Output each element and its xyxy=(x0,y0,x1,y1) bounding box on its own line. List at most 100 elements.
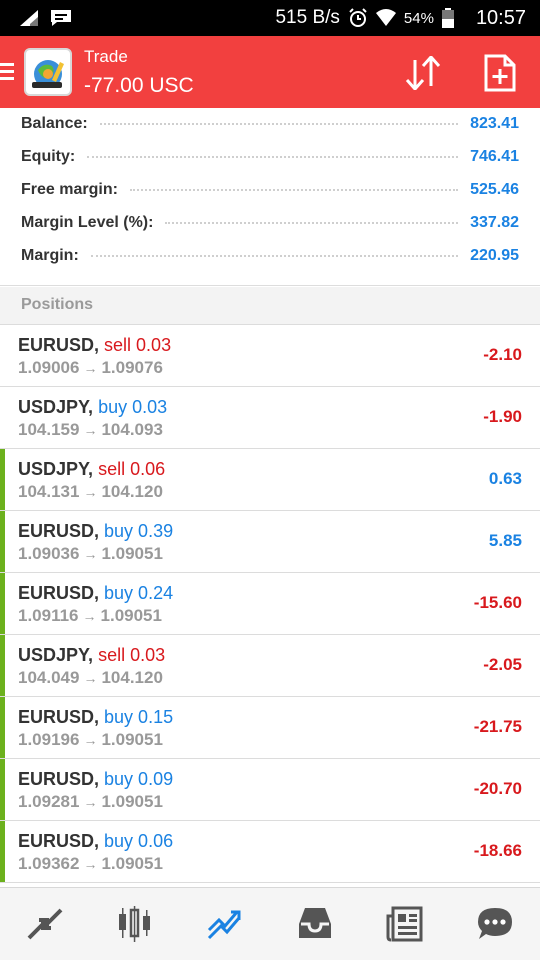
position-row[interactable]: EURUSD, buy 0.24 1.09116 → 1.09051 -15.60 xyxy=(0,573,540,635)
wifi-icon xyxy=(375,9,396,26)
positions-title: Positions xyxy=(21,296,94,313)
free-margin-label: Free margin: xyxy=(21,181,118,198)
nav-chart[interactable] xyxy=(105,894,165,954)
position-title: USDJPY, sell 0.06 xyxy=(18,459,165,480)
app-header: Trade -77.00 USC xyxy=(0,36,540,108)
account-summary: Balance: 823.41 Equity: 746.41 Free marg… xyxy=(0,108,540,286)
arrow-right-icon: → xyxy=(83,484,98,500)
position-row[interactable]: EURUSD, sell 0.03 1.09006 → 1.09076 -2.10 xyxy=(0,325,540,387)
position-title: USDJPY, sell 0.03 xyxy=(18,645,165,666)
position-symbol: EURUSD, xyxy=(18,707,100,727)
margin-level-value: 337.82 xyxy=(470,214,519,231)
nav-trade[interactable] xyxy=(195,894,255,954)
position-symbol: USDJPY, xyxy=(18,645,94,665)
position-prices: 1.09362 → 1.09051 xyxy=(18,854,163,874)
position-prices: 1.09281 → 1.09051 xyxy=(18,792,163,812)
clock: 10:57 xyxy=(475,6,526,29)
nav-history[interactable] xyxy=(285,894,345,954)
margin-row: Margin: 220.95 xyxy=(0,240,540,272)
position-profit: 5.85 xyxy=(488,531,522,550)
position-row[interactable]: EURUSD, buy 0.39 1.09036 → 1.09051 5.85 xyxy=(0,511,540,573)
position-title: EURUSD, buy 0.09 xyxy=(18,769,173,790)
position-volume: buy 0.06 xyxy=(104,831,174,851)
position-prices: 104.049 → 104.120 xyxy=(18,668,163,688)
chart-icon xyxy=(119,906,150,942)
position-symbol: USDJPY, xyxy=(18,397,94,417)
signal-icon xyxy=(20,10,38,26)
balance-row: Balance: 823.41 xyxy=(0,108,540,140)
position-symbol: EURUSD, xyxy=(18,521,100,541)
message-icon xyxy=(51,10,71,26)
open-price: 1.09116 xyxy=(18,606,79,625)
arrow-right-icon: → xyxy=(83,670,98,686)
position-profit: -1.90 xyxy=(483,407,522,426)
position-prices: 104.131 → 104.120 xyxy=(18,482,163,502)
dotted-leader xyxy=(87,156,459,158)
position-volume: buy 0.39 xyxy=(104,521,174,541)
position-title: EURUSD, buy 0.39 xyxy=(18,521,173,542)
margin-value: 220.95 xyxy=(470,247,519,264)
nav-chat[interactable] xyxy=(465,894,525,954)
status-bar: 515 B/s 54% 10:57 xyxy=(0,0,540,36)
sort-icon[interactable] xyxy=(404,56,442,90)
position-volume: sell 0.03 xyxy=(98,645,166,665)
position-prices: 1.09196 → 1.09051 xyxy=(18,730,163,750)
current-price: 1.09051 xyxy=(101,792,163,811)
open-price: 1.09196 xyxy=(18,730,80,749)
position-row[interactable]: USDJPY, sell 0.03 104.049 → 104.120 -2.05 xyxy=(0,635,540,697)
open-price: 1.09006 xyxy=(18,358,80,377)
balance-label: Balance: xyxy=(21,115,88,132)
quotes-icon xyxy=(27,908,63,940)
menu-icon[interactable] xyxy=(0,62,14,82)
current-price: 1.09051 xyxy=(100,606,162,625)
position-volume: buy 0.09 xyxy=(104,769,174,789)
positions-list: EURUSD, sell 0.03 1.09006 → 1.09076 -2.10 … xyxy=(0,325,540,887)
position-profit: -21.75 xyxy=(473,717,522,736)
arrow-right-icon: → xyxy=(83,360,98,376)
position-profit: -2.10 xyxy=(483,345,522,364)
free-margin-value: 525.46 xyxy=(470,181,519,198)
position-profit: -18.66 xyxy=(473,841,522,860)
floating-profit: -77.00 USC xyxy=(84,74,194,97)
current-price: 104.093 xyxy=(101,420,163,439)
nav-quotes[interactable] xyxy=(15,894,75,954)
open-price: 1.09036 xyxy=(18,544,80,563)
arrow-right-icon: → xyxy=(83,794,98,810)
current-price: 104.120 xyxy=(101,482,163,501)
open-price: 104.159 xyxy=(18,420,80,439)
current-price: 104.120 xyxy=(101,668,163,687)
page-title: Trade xyxy=(84,47,128,66)
position-symbol: EURUSD, xyxy=(18,831,100,851)
chat-icon xyxy=(478,908,512,939)
position-volume: buy 0.24 xyxy=(104,583,174,603)
arrow-right-icon: → xyxy=(83,422,98,438)
current-price: 1.09051 xyxy=(101,854,163,873)
equity-row: Equity: 746.41 xyxy=(0,141,540,173)
position-row[interactable]: EURUSD, buy 0.09 1.09281 → 1.09051 -20.70 xyxy=(0,759,540,821)
position-profit: -2.05 xyxy=(483,655,522,674)
current-price: 1.09051 xyxy=(101,544,163,563)
position-profit: 0.63 xyxy=(488,469,522,488)
free-margin-row: Free margin: 525.46 xyxy=(0,174,540,206)
open-price: 1.09281 xyxy=(18,792,80,811)
new-order-icon[interactable] xyxy=(484,54,516,92)
alarm-icon xyxy=(349,8,367,27)
equity-label: Equity: xyxy=(21,148,76,165)
margin-level-label: Margin Level (%): xyxy=(21,214,154,231)
open-price: 104.131 xyxy=(18,482,80,501)
app-logo-icon[interactable] xyxy=(24,48,72,96)
position-profit: -20.70 xyxy=(473,779,522,798)
current-price: 1.09076 xyxy=(101,358,163,377)
balance-value: 823.41 xyxy=(470,115,519,132)
arrow-right-icon: → xyxy=(83,732,98,748)
position-title: EURUSD, buy 0.06 xyxy=(18,831,173,852)
position-symbol: EURUSD, xyxy=(18,769,100,789)
nav-news[interactable] xyxy=(375,894,435,954)
battery-icon xyxy=(441,8,454,28)
position-row[interactable]: USDJPY, sell 0.06 104.131 → 104.120 0.63 xyxy=(0,449,540,511)
position-prices: 1.09036 → 1.09051 xyxy=(18,544,163,564)
position-row[interactable]: EURUSD, buy 0.15 1.09196 → 1.09051 -21.75 xyxy=(0,697,540,759)
position-row[interactable]: USDJPY, buy 0.03 104.159 → 104.093 -1.90 xyxy=(0,387,540,449)
battery-percent: 54% xyxy=(403,9,434,27)
position-row[interactable]: EURUSD, buy 0.06 1.09362 → 1.09051 -18.66 xyxy=(0,821,540,883)
